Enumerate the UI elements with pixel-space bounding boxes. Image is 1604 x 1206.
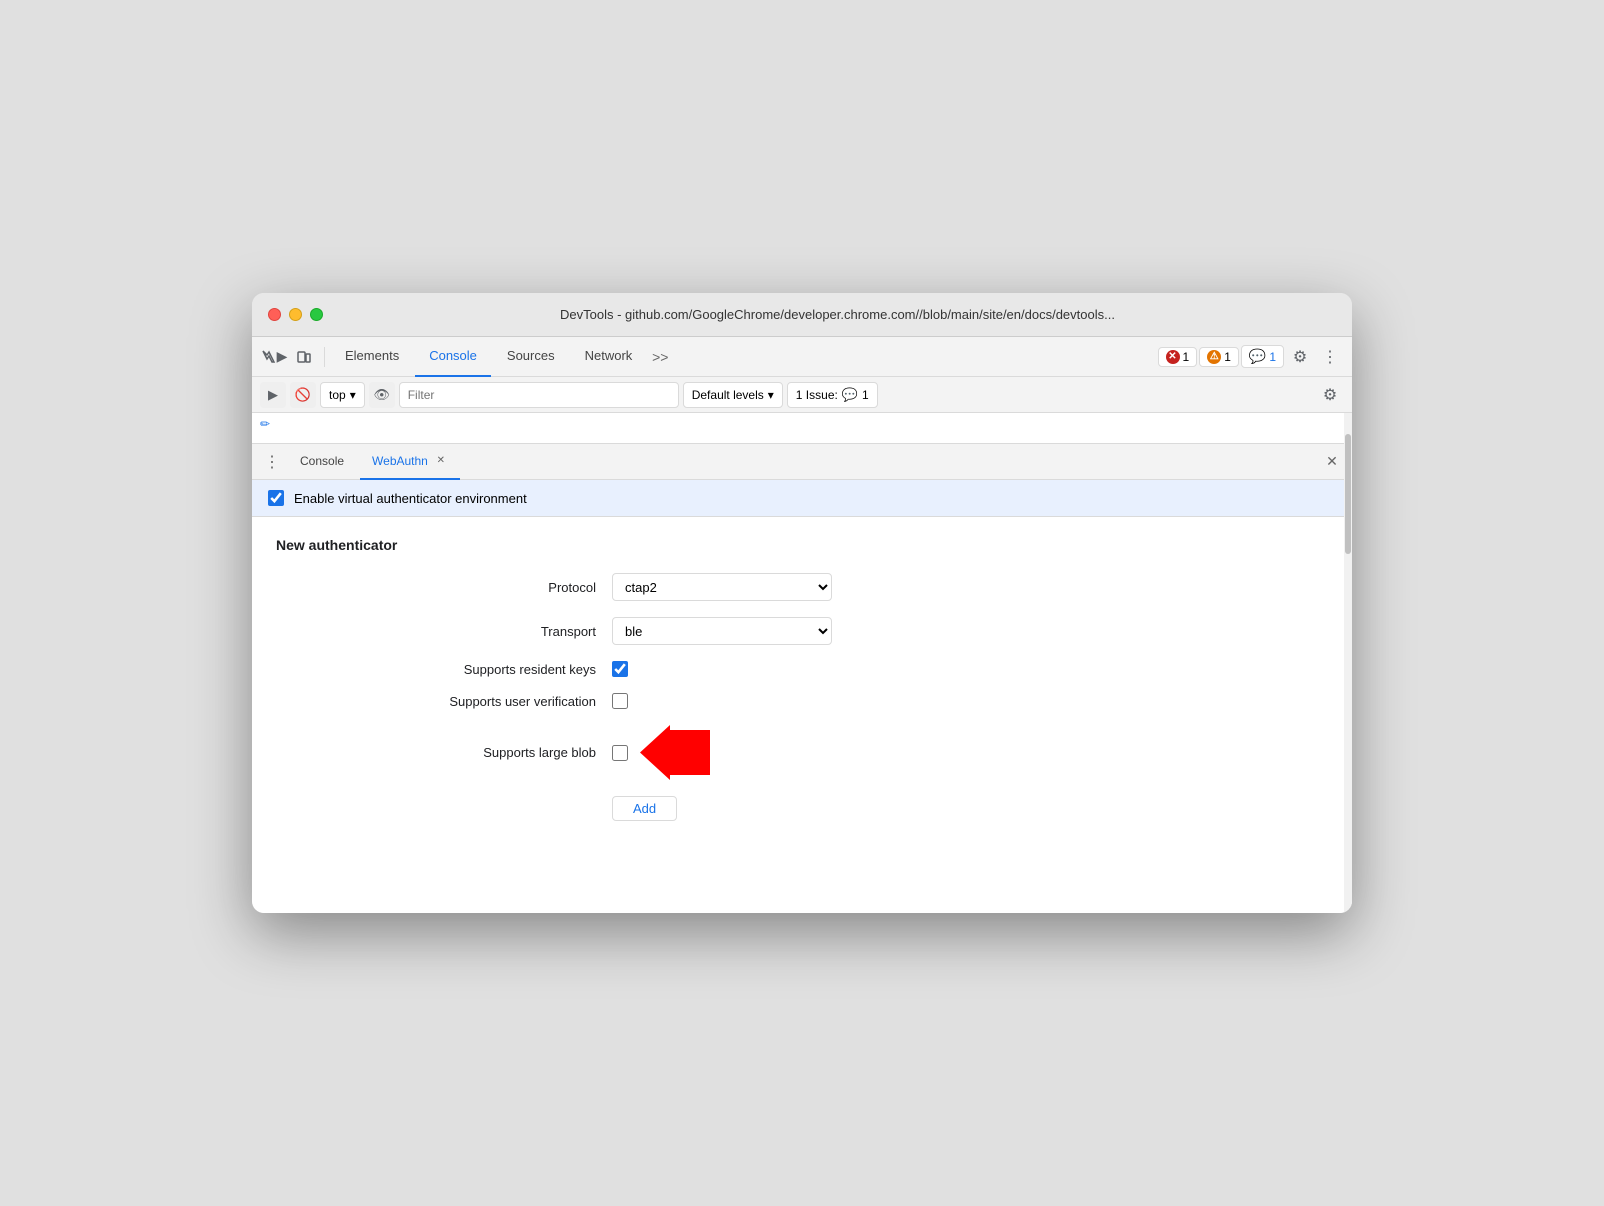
add-button[interactable]: Add bbox=[612, 796, 677, 821]
arrow-svg bbox=[640, 725, 710, 780]
devtools-window: DevTools - github.com/GoogleChrome/devel… bbox=[252, 293, 1352, 913]
panel-tabs: ⋮ Console WebAuthn ✕ ✕ bbox=[252, 444, 1352, 480]
enable-authenticator-label: Enable virtual authenticator environment bbox=[294, 491, 527, 506]
user-verification-row: Supports user verification bbox=[276, 693, 1328, 709]
devtools-toolbar: ▶ Elements Console Sources Network >> ✕ … bbox=[252, 337, 1352, 377]
resident-keys-checkbox[interactable] bbox=[612, 661, 628, 677]
resident-keys-row: Supports resident keys bbox=[276, 661, 1328, 677]
enable-authenticator-row: Enable virtual authenticator environment bbox=[252, 480, 1352, 517]
clear-console-icon[interactable]: 🚫 bbox=[290, 382, 316, 408]
protocol-select[interactable]: ctap2 u2f bbox=[612, 573, 832, 601]
add-button-row: Add bbox=[276, 796, 1328, 821]
scrollbar-track[interactable] bbox=[1344, 413, 1352, 913]
issue-badge[interactable]: 1 Issue: 💬 1 bbox=[787, 382, 878, 408]
title-bar: DevTools - github.com/GoogleChrome/devel… bbox=[252, 293, 1352, 337]
minimize-button[interactable] bbox=[289, 308, 302, 321]
tab-panel-console[interactable]: Console bbox=[288, 444, 356, 480]
large-blob-label: Supports large blob bbox=[396, 745, 596, 760]
transport-label: Transport bbox=[396, 624, 596, 639]
context-selector[interactable]: top ▾ bbox=[320, 382, 365, 408]
tab-panel-webauthn[interactable]: WebAuthn ✕ bbox=[360, 444, 460, 480]
new-auth-title: New authenticator bbox=[276, 537, 1328, 553]
large-blob-checkbox[interactable] bbox=[612, 745, 628, 761]
more-options-icon[interactable]: ⋮ bbox=[1316, 343, 1344, 371]
warn-badge[interactable]: ⚠ 1 bbox=[1199, 347, 1239, 367]
protocol-label: Protocol bbox=[396, 580, 596, 595]
more-tabs-button[interactable]: >> bbox=[648, 345, 672, 369]
error-icon: ✕ bbox=[1166, 350, 1180, 364]
default-levels-label: Default levels bbox=[692, 388, 764, 402]
default-levels-selector[interactable]: Default levels ▾ bbox=[683, 382, 783, 408]
red-arrow-indicator bbox=[640, 725, 710, 780]
device-toggle-icon[interactable] bbox=[290, 343, 318, 371]
settings-icon[interactable]: ⚙ bbox=[1286, 343, 1314, 371]
protocol-row: Protocol ctap2 u2f bbox=[276, 573, 1328, 601]
resident-keys-label: Supports resident keys bbox=[396, 662, 596, 677]
enable-authenticator-checkbox[interactable] bbox=[268, 490, 284, 506]
toolbar-divider bbox=[324, 347, 325, 367]
user-verification-label: Supports user verification bbox=[396, 694, 596, 709]
user-verification-checkbox[interactable] bbox=[612, 693, 628, 709]
console-toolbar: ▶ 🚫 top ▾ 👁 Default levels ▾ 1 Issue: 💬 … bbox=[252, 377, 1352, 413]
window-title: DevTools - github.com/GoogleChrome/devel… bbox=[339, 307, 1336, 322]
issue-label: 1 Issue: bbox=[796, 388, 838, 402]
close-button[interactable] bbox=[268, 308, 281, 321]
tab-sources[interactable]: Sources bbox=[493, 337, 569, 377]
transport-select[interactable]: ble usb nfc internal bbox=[612, 617, 832, 645]
warn-count: 1 bbox=[1224, 350, 1231, 364]
error-badge[interactable]: ✕ 1 bbox=[1158, 347, 1198, 367]
context-label: top bbox=[329, 388, 346, 402]
webauthn-tab-label: WebAuthn bbox=[372, 454, 428, 468]
large-blob-row: Supports large blob bbox=[276, 725, 1328, 780]
transport-row: Transport ble usb nfc internal bbox=[276, 617, 1328, 645]
console-tab-label: Console bbox=[300, 454, 344, 468]
execute-icon[interactable]: ▶ bbox=[260, 382, 286, 408]
error-count: 1 bbox=[1183, 350, 1190, 364]
filter-input[interactable] bbox=[399, 382, 679, 408]
traffic-lights bbox=[268, 308, 323, 321]
content-area: ✏ ⋮ Console WebAuthn ✕ ✕ E bbox=[252, 413, 1352, 913]
bottom-panel: ⋮ Console WebAuthn ✕ ✕ Enable virtual au… bbox=[252, 443, 1352, 861]
panel-options-icon[interactable]: ⋮ bbox=[260, 450, 284, 474]
scrollbar-thumb[interactable] bbox=[1345, 434, 1351, 554]
maximize-button[interactable] bbox=[310, 308, 323, 321]
webauthn-tab-close-icon[interactable]: ✕ bbox=[434, 454, 448, 468]
panel-close-icon[interactable]: ✕ bbox=[1320, 450, 1344, 474]
issue-count: 1 bbox=[862, 388, 869, 402]
new-authenticator-section: New authenticator Protocol ctap2 u2f Tra… bbox=[252, 517, 1352, 861]
tab-console[interactable]: Console bbox=[415, 337, 491, 377]
eye-icon[interactable]: 👁 bbox=[369, 382, 395, 408]
blue-tick: ✏ bbox=[260, 417, 270, 431]
tab-elements[interactable]: Elements bbox=[331, 337, 413, 377]
inspect-icon[interactable]: ▶ bbox=[260, 343, 288, 371]
warn-icon: ⚠ bbox=[1207, 350, 1221, 364]
context-chevron-icon: ▾ bbox=[350, 388, 356, 402]
info-count: 1 bbox=[1269, 350, 1276, 364]
content-top: ✏ bbox=[252, 413, 1352, 443]
console-settings-icon[interactable]: ⚙ bbox=[1316, 381, 1344, 409]
levels-chevron-icon: ▾ bbox=[768, 388, 774, 402]
info-badge[interactable]: 💬 1 bbox=[1241, 345, 1284, 368]
tab-network[interactable]: Network bbox=[571, 337, 647, 377]
